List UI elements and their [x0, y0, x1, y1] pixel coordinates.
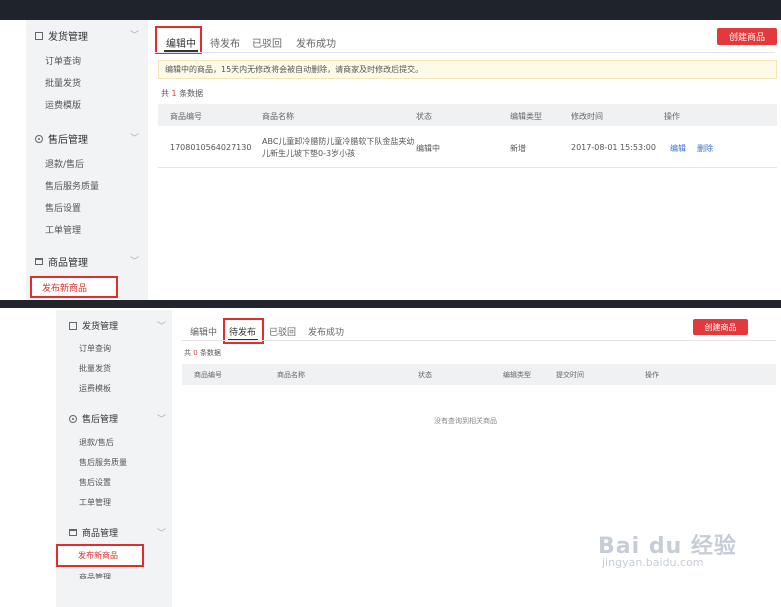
watermark-url: jingyan.baidu.com: [602, 556, 704, 569]
sidebar-item-publish-product[interactable]: 发布新商品: [56, 544, 144, 567]
chevron-down-icon[interactable]: ﹀: [157, 319, 166, 332]
sidebar-item-shipping-template[interactable]: 运费模版: [45, 98, 81, 111]
chevron-down-icon[interactable]: ﹀: [130, 131, 139, 144]
sidebar-group-label: 发货管理: [82, 322, 119, 332]
document-icon: [35, 31, 43, 40]
table-header: [158, 104, 777, 126]
sidebar-item-batch-ship[interactable]: 批量发货: [79, 363, 111, 374]
sidebar-item-order-query[interactable]: 订单查询: [79, 343, 111, 354]
sidebar-group-products[interactable]: 商品管理: [69, 526, 118, 539]
tab-published[interactable]: 发布成功: [296, 35, 336, 50]
column-header: 商品名称: [262, 112, 294, 121]
column-header: 状态: [418, 371, 432, 379]
sidebar-item-order-query[interactable]: 订单查询: [45, 54, 81, 67]
tab-bar-divider: [182, 340, 776, 341]
sidebar-item-service-quality[interactable]: 售后服务质量: [45, 179, 99, 192]
empty-state-message: 没有查询到相关商品: [434, 417, 497, 425]
sidebar-item-publish-product[interactable]: 发布新商品: [30, 276, 118, 298]
tab-pending[interactable]: 待发布: [229, 325, 256, 338]
bag-icon: [35, 258, 43, 265]
column-header: 状态: [416, 112, 432, 121]
sidebar-group-aftersale[interactable]: 售后管理: [35, 131, 88, 146]
top-navigation-bar: [0, 0, 781, 20]
sidebar-group-label: 发货管理: [48, 32, 88, 43]
product-id: 1708010564027130: [170, 143, 252, 152]
tab-published[interactable]: 发布成功: [308, 325, 344, 338]
screenshot-divider: [0, 300, 781, 308]
tab-bar-divider: [155, 52, 775, 53]
column-header: 编辑类型: [510, 112, 542, 121]
column-header: 提交时间: [556, 371, 584, 379]
sidebar-group-label: 售后管理: [82, 415, 119, 425]
product-modified-time: 2017-08-01 15:53:00: [571, 143, 656, 152]
sidebar-group-label: 商品管理: [48, 258, 88, 269]
sidebar-group-shipping[interactable]: 发货管理: [69, 319, 118, 332]
notice-banner: 编辑中的商品，15天内无修改将会被自动删除，请商家及时修改后提交。: [158, 60, 777, 79]
edit-link[interactable]: 编辑: [670, 143, 686, 154]
column-header: 修改时间: [571, 112, 603, 121]
sidebar-group-aftersale[interactable]: 售后管理: [69, 412, 118, 425]
sidebar-item-label: 发布新商品: [78, 551, 118, 560]
create-product-button[interactable]: 创建商品: [693, 319, 748, 335]
sidebar-item-refund[interactable]: 退款/售后: [45, 157, 84, 170]
sidebar-item-ticket-management[interactable]: 工单管理: [79, 497, 111, 508]
record-count: 共 1 条数据: [161, 89, 204, 98]
tab-editing[interactable]: 编辑中: [190, 325, 217, 338]
chevron-down-icon[interactable]: ﹀: [130, 28, 139, 41]
column-header: 操作: [645, 371, 659, 379]
sidebar-item-product-management[interactable]: 商品管理: [79, 572, 111, 579]
sidebar-item-service-quality[interactable]: 售后服务质量: [79, 457, 127, 468]
sidebar-item-aftersale-settings[interactable]: 售后设置: [45, 201, 81, 214]
tab-editing[interactable]: 编辑中: [166, 35, 196, 50]
chevron-down-icon[interactable]: ﹀: [157, 526, 166, 539]
document-icon: [69, 321, 77, 330]
sidebar-group-label: 售后管理: [48, 135, 88, 146]
column-header: 商品编号: [170, 112, 202, 121]
column-header: 商品名称: [277, 371, 305, 379]
tab-pending[interactable]: 待发布: [210, 35, 240, 50]
row-divider: [158, 167, 777, 168]
sidebar-item-batch-ship[interactable]: 批量发货: [45, 76, 81, 89]
product-edit-type: 新增: [510, 144, 526, 153]
sidebar-item-aftersale-settings[interactable]: 售后设置: [79, 477, 111, 488]
sidebar-item-refund[interactable]: 退款/售后: [79, 437, 114, 448]
sidebar-item-ticket-management[interactable]: 工单管理: [45, 223, 81, 236]
delete-link[interactable]: 删除: [697, 143, 713, 154]
sidebar-group-shipping[interactable]: 发货管理: [35, 28, 88, 43]
product-status: 编辑中: [416, 144, 440, 153]
sidebar-group-products[interactable]: 商品管理: [35, 254, 88, 269]
tab-rejected[interactable]: 已驳回: [252, 35, 282, 50]
bag-icon: [69, 529, 77, 536]
column-header: 操作: [664, 112, 680, 121]
tab-rejected[interactable]: 已驳回: [269, 325, 296, 338]
chevron-down-icon[interactable]: ﹀: [130, 254, 139, 267]
sidebar-group-label: 商品管理: [82, 529, 119, 539]
column-header: 商品编号: [194, 371, 222, 379]
product-name-line2: 儿新生儿坡下垫0-3岁小孩: [262, 149, 356, 158]
sidebar-item-shipping-template[interactable]: 运费模板: [79, 383, 111, 394]
product-name-line1: ABC儿童卸冷腊防儿童冷腊软下队金盐夹幼: [262, 137, 415, 146]
service-icon: [69, 414, 77, 423]
sidebar-item-label: 发布新商品: [42, 283, 88, 294]
record-count: 共 0 条数据: [184, 349, 221, 357]
chevron-down-icon[interactable]: ﹀: [157, 412, 166, 425]
create-product-button[interactable]: 创建商品: [717, 28, 777, 45]
service-icon: [35, 134, 43, 143]
table-header: [182, 364, 776, 385]
column-header: 编辑类型: [503, 371, 531, 379]
